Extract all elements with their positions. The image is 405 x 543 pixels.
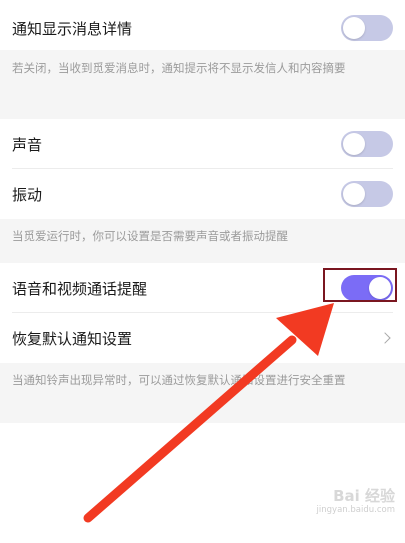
sound-vibration-note-text: 当觅爱运行时，你可以设置是否需要声音或者振动提醒 — [12, 229, 288, 243]
voice-video-reminder-row[interactable]: 语音和视频通话提醒 — [0, 263, 405, 313]
voice-video-reminder-toggle[interactable] — [341, 275, 393, 301]
group-notification-details: 通知显示消息详情 — [0, 6, 405, 50]
sound-label: 声音 — [12, 135, 43, 154]
restore-defaults-row[interactable]: 恢复默认通知设置 — [0, 313, 405, 363]
sound-row[interactable]: 声音 — [0, 119, 405, 169]
vibration-row[interactable]: 振动 — [0, 169, 405, 219]
toggle-knob — [343, 17, 365, 39]
toggle-knob — [343, 183, 365, 205]
notification-details-toggle[interactable] — [341, 15, 393, 41]
group-sound-vibration: 声音 振动 — [0, 119, 405, 219]
restore-defaults-note-text: 当通知铃声出现异常时，可以通过恢复默认通知设置进行安全重置 — [12, 373, 346, 387]
watermark: Bai 经验 jingyan.baidu.com — [316, 487, 395, 516]
group-call-settings: 语音和视频通话提醒 恢复默认通知设置 — [0, 263, 405, 363]
vibration-label: 振动 — [12, 185, 43, 204]
watermark-sub: jingyan.baidu.com — [316, 505, 395, 515]
chevron-right-icon — [379, 332, 391, 344]
toggle-knob — [369, 277, 391, 299]
notification-details-note: 若关闭，当收到觅爱消息时，通知提示将不显示发信人和内容摘要 — [0, 50, 405, 119]
notification-details-label: 通知显示消息详情 — [12, 19, 133, 38]
bottom-blank-area — [0, 423, 405, 543]
sound-toggle[interactable] — [341, 131, 393, 157]
notification-details-note-text: 若关闭，当收到觅爱消息时，通知提示将不显示发信人和内容摘要 — [12, 61, 346, 75]
notification-details-row[interactable]: 通知显示消息详情 — [0, 6, 405, 50]
restore-defaults-note: 当通知铃声出现异常时，可以通过恢复默认通知设置进行安全重置 — [0, 363, 405, 423]
toggle-knob — [343, 133, 365, 155]
restore-defaults-label: 恢复默认通知设置 — [12, 329, 133, 348]
vibration-toggle[interactable] — [341, 181, 393, 207]
watermark-main: Bai 经验 — [333, 487, 395, 505]
sound-vibration-note: 当觅爱运行时，你可以设置是否需要声音或者振动提醒 — [0, 219, 405, 263]
voice-video-reminder-label: 语音和视频通话提醒 — [12, 279, 148, 298]
